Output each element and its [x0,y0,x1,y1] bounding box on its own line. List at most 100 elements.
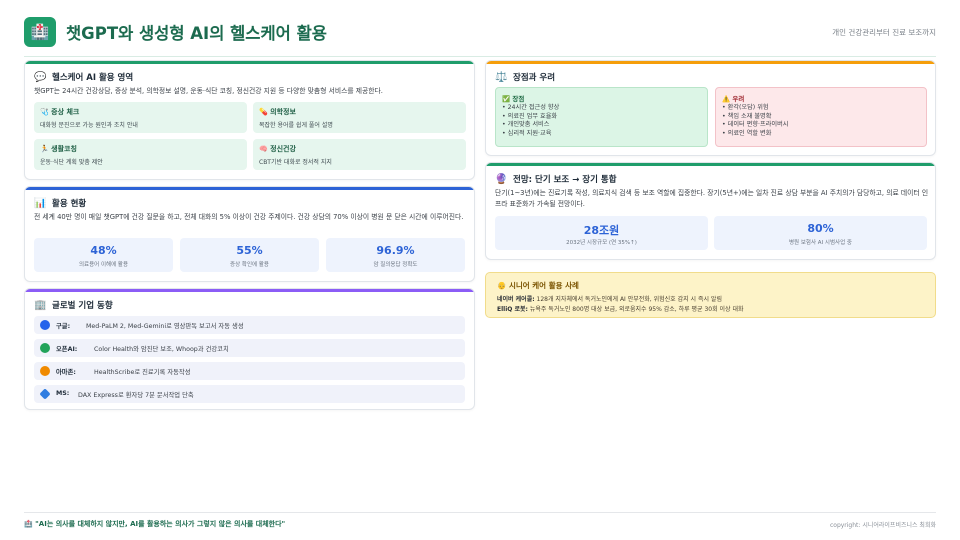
status-card-title: 📊 활용 현황 [34,197,86,209]
senior-care-title: 👴 시니어 케어 활용 사례 [497,280,579,291]
crystal-ball-icon: 🔮 [495,174,508,185]
status-description: 전 세계 40만 명이 매일 챗GPT에 건강 질문을 하고, 전체 대화의 5… [34,213,464,221]
stethoscope-icon: 🩺 [40,108,49,116]
stat-label: 2032년 시장규모 (연 35%↑) [566,240,637,246]
list-item: • 개인맞춤 서비스 [502,121,550,128]
cons-item: 책임 소재 불명확 [727,112,772,120]
card-accent-bar [25,187,474,190]
feature-desc: 대화형 문진으로 가능 원인과 조치 안내 [40,122,138,129]
company-text: Med-PaLM 2, Med-Gemini로 영상판독 보고서 자동 생성 [86,323,244,330]
company-row-amazon: 아마존: HealthScribe로 진료기록 자동작성 [34,362,465,380]
usage-description: 챗GPT는 24시간 건강상담, 증상 분석, 의학정보 설명, 운동·식단 코… [34,87,383,95]
company-name: 아마존: [56,369,76,376]
company-row-ms: MS: DAX Express로 환자당 7분 문서작업 단축 [34,385,465,403]
card-accent-bar [486,61,935,64]
company-row-google: 구글: Med-PaLM 2, Med-Gemini로 영상판독 보고서 자동 … [34,316,465,334]
outlook-card-title: 🔮 전망: 단기 보조 → 장기 통합 [495,173,617,185]
cons-item: 데이터 편향·프라이버시 [727,121,789,128]
company-text: Color Health와 암진단 보조, Whoop과 건강코치 [94,346,229,353]
outlook-description: 단기(1~3년)에는 진료기록 작성, 의료지식 검색 등 보조 역할에 집중한… [495,189,929,208]
list-item: • 의료진 업무 효율화 [502,112,558,120]
proscons-card-title-text: 장점과 우려 [513,73,556,83]
footer-quote: 🏥 "AI는 의사를 대체하지 않지만, AI를 활용하는 의사가 그렇지 않은… [24,519,285,529]
list-item: • 심리적 지원·교육 [502,129,552,137]
old-man-icon: 👴 [497,281,507,290]
case-name: 네이버 케어콜: [497,296,535,303]
card-accent-bar [25,61,474,64]
footer-divider [24,512,936,513]
usage-card-title: 💬 헬스케어 AI 활용 영역 [34,71,133,83]
cons-list: • 환각(오답) 위험 • 책임 소재 불명확 • 데이터 편향·프라이버시 •… [722,104,788,138]
senior-care-card: 👴 시니어 케어 활용 사례 네이버 케어콜: 128개 지자체에서 독거노인에… [485,272,936,318]
list-item: • 환각(오답) 위험 [722,104,769,111]
card-accent-bar [25,289,474,292]
feature-life-coaching: 🏃 생활코칭 운동·식단 계획 맞춤 제안 [34,139,247,170]
bar-chart-icon: 📊 [34,198,47,209]
orange-circle-icon [40,366,50,376]
feature-medical-info: 💊 의학정보 복잡한 용어를 쉽게 풀어 설명 [253,102,466,133]
page-subtitle: 개인 건강관리부터 진료 보조까지 [832,28,936,37]
usage-card-title-text: 헬스케어 AI 활용 영역 [52,73,134,83]
pros-list: • 24시간 접근성 향상 • 의료진 업무 효율화 • 개인맞춤 서비스 • … [502,104,559,138]
warning-icon: ⚠️ [722,95,731,103]
stat-box: 80% 병원 보험사 AI 시범사업 중 [714,216,927,250]
stat-value: 48% [90,244,117,257]
senior-case-row: 네이버 케어콜: 128개 지자체에서 독거노인에게 AI 안부전화, 위험신호… [497,294,722,303]
status-card-title-text: 활용 현황 [52,199,87,209]
cons-item: 환각(오답) 위험 [727,104,769,111]
brain-icon: 🧠 [259,145,268,153]
case-text: 뉴욕주 독거노인 800명 대상 보급, 외로움지수 95% 감소, 하루 평균… [529,306,744,313]
senior-care-title-text: 시니어 케어 활용 사례 [508,281,579,290]
cons-title: 우려 [732,95,745,103]
list-item: • 의료인 역할 변화 [722,129,772,137]
list-item: • 데이터 편향·프라이버시 [722,121,789,128]
company-name: 오픈AI: [56,346,78,353]
pros-box: ✅ 장점 • 24시간 접근성 향상 • 의료진 업무 효율화 • 개인맞춤 서… [495,87,708,147]
pros-title: 장점 [512,95,525,103]
page-header: 🏥 챗GPT와 생성형 AI의 헬스케어 활용 개인 건강관리부터 진료 보조까… [24,17,936,49]
feature-title: 생활코칭 [51,145,77,153]
footer-quote-text: "AI는 의사를 대체하지 않지만, AI를 활용하는 의사가 그렇지 않은 의… [35,520,286,528]
case-text: 128개 지자체에서 독거노인에게 AI 안부전화, 위험신호 감지 시 즉시 … [536,296,722,303]
feature-desc: 운동·식단 계획 맞춤 제안 [40,159,103,166]
company-text: HealthScribe로 진료기록 자동작성 [94,369,191,376]
pros-item: 24시간 접근성 향상 [507,104,560,111]
card-accent-bar [486,163,935,166]
proscons-card-title: ⚖️ 장점과 우려 [495,71,555,83]
company-text: DAX Express로 환자당 7분 문서작업 단축 [78,392,194,399]
hospital-icon: 🏥 [24,520,33,528]
green-circle-icon [40,343,50,353]
global-card-title: 🏢 글로벌 기업 동향 [34,299,113,311]
stat-box: 48% 의료용어 이해에 활용 [34,238,173,272]
stat-value: 96.9% [376,244,415,257]
pros-heading: ✅ 장점 [502,93,524,103]
outlook-card-title-text: 전망: 단기 보조 → 장기 통합 [513,175,617,185]
stat-box: 55% 증상 확인에 활용 [180,238,319,272]
outlook-card: 🔮 전망: 단기 보조 → 장기 통합 단기(1~3년)에는 진료기록 작성, 의… [485,162,936,260]
cons-item: 의료인 역할 변화 [727,129,772,137]
speech-bubble-icon: 💬 [34,72,47,83]
cons-heading: ⚠️ 우려 [722,93,744,103]
balance-scale-icon: ⚖️ [495,72,508,83]
hospital-icon: 🏥 [24,17,56,47]
stat-value: 55% [236,244,263,257]
header-divider [24,56,936,57]
list-item: • 책임 소재 불명확 [722,112,772,120]
status-card: 📊 활용 현황 전 세계 40만 명이 매일 챗GPT에 건강 질문을 하고, 전… [24,186,475,282]
pros-item: 개인맞춤 서비스 [507,121,550,128]
case-name: ElliQ 로봇: [497,306,528,313]
feature-title: 증상 체크 [51,108,80,116]
stat-value: 80% [807,222,834,235]
company-name: MS: [56,390,70,397]
global-card: 🏢 글로벌 기업 동향 구글: Med-PaLM 2, Med-Gemini로 영… [24,288,475,410]
feature-mental-health: 🧠 정신건강 CBT기반 대화로 정서적 지지 [253,139,466,170]
stat-label: 암 질의응답 정확도 [373,262,418,268]
senior-case-row: ElliQ 로봇: 뉴욕주 독거노인 800명 대상 보급, 외로움지수 95%… [497,304,744,313]
feature-symptom-check: 🩺 증상 체크 대화형 문진으로 가능 원인과 조치 안내 [34,102,247,133]
feature-desc: CBT기반 대화로 정서적 지지 [259,159,332,166]
usage-card: 💬 헬스케어 AI 활용 영역 챗GPT는 24시간 건강상담, 증상 분석, 의… [24,60,475,180]
stat-label: 증상 확인에 활용 [230,262,269,268]
stat-label: 병원 보험사 AI 시범사업 중 [789,240,852,246]
feature-desc: 복잡한 용어를 쉽게 풀어 설명 [259,122,333,129]
pros-item: 의료진 업무 효율화 [507,112,558,120]
